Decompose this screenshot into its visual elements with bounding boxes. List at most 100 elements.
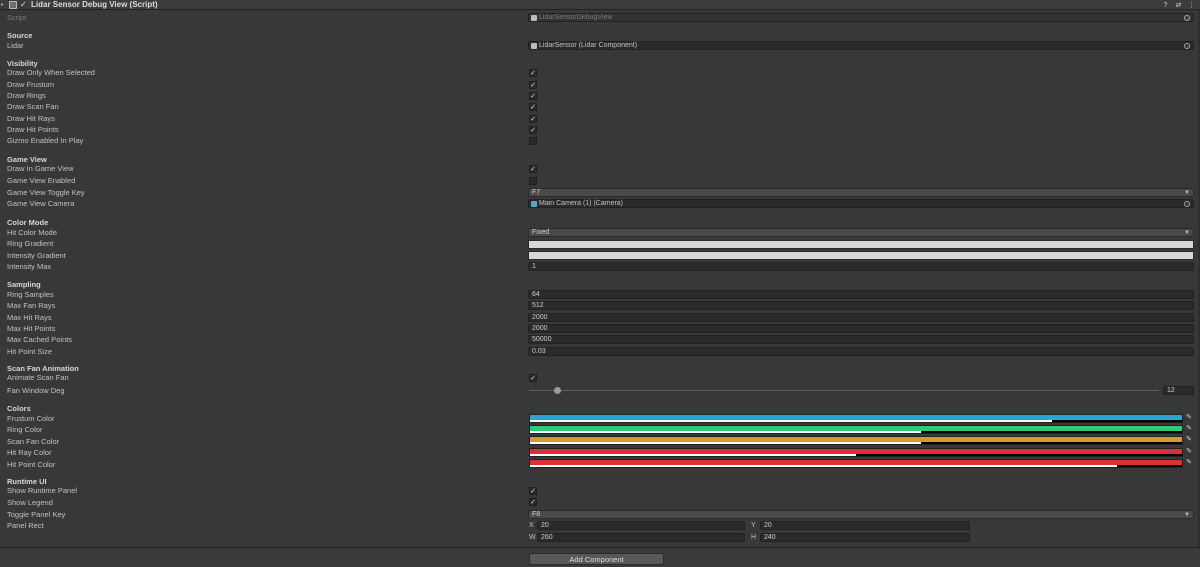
max-hit-points-field[interactable]: 2000 <box>528 324 1194 333</box>
ring-color-label: Ring Color <box>7 425 43 434</box>
camera-icon <box>531 201 537 207</box>
ring-samples-field[interactable]: 64 <box>528 290 1194 299</box>
object-picker-icon <box>1184 15 1190 21</box>
hit-color-mode-value: Fixed <box>532 229 550 236</box>
hit-point-size-field[interactable]: 0.03 <box>528 347 1194 356</box>
max-hit-points-label: Max Hit Points <box>7 324 56 333</box>
draw-hit-points-checkbox[interactable]: ✓ <box>529 126 537 134</box>
fan-window-deg-field[interactable]: 12 <box>1163 386 1194 395</box>
gizmo-enabled-in-play-checkbox[interactable] <box>529 137 537 145</box>
draw-only-when-selected-label: Draw Only When Selected <box>7 68 95 77</box>
scan-fan-color-label: Scan Fan Color <box>7 437 60 446</box>
section-sampling: Sampling <box>7 280 41 289</box>
section-visibility: Visibility <box>7 59 38 68</box>
game-view-toggle-key-value: F7 <box>532 189 541 196</box>
animate-scan-fan-label: Animate Scan Fan <box>7 373 69 382</box>
rect-y-label: Y <box>751 522 756 529</box>
frustum-color-field[interactable] <box>529 414 1183 423</box>
object-picker-icon[interactable] <box>1184 43 1190 49</box>
ring-gradient-label: Ring Gradient <box>7 239 54 248</box>
toggle-panel-key-value: F8 <box>532 511 541 518</box>
section-source: Source <box>7 31 33 40</box>
presets-icon[interactable]: ⇄ <box>1175 2 1182 9</box>
fan-window-slider-track[interactable] <box>529 390 1159 391</box>
eyedropper-icon[interactable]: ✎ <box>1185 414 1193 422</box>
rect-x-field[interactable]: 20 <box>537 521 745 530</box>
show-runtime-panel-checkbox[interactable]: ✓ <box>529 487 537 495</box>
hit-ray-color-label: Hit Ray Color <box>7 448 52 457</box>
eyedropper-icon[interactable]: ✎ <box>1185 448 1193 456</box>
hit-point-color-label: Hit Point Color <box>7 460 56 469</box>
component-header: ▸ ✓ Lidar Sensor Debug View (Script) ? ⇄… <box>0 0 1200 10</box>
lidar-field[interactable]: LidarSensor (Lidar Component) <box>528 41 1194 50</box>
rect-h-field[interactable]: 240 <box>760 533 970 542</box>
toggle-panel-key-label: Toggle Panel Key <box>7 510 66 519</box>
panel-rect-label: Panel Rect <box>7 521 44 530</box>
chevron-down-icon: ▼ <box>1184 512 1190 518</box>
script-icon <box>9 1 17 9</box>
max-hit-rays-label: Max Hit Rays <box>7 313 52 322</box>
gizmo-enabled-in-play-label: Gizmo Enabled In Play <box>7 136 84 145</box>
intensity-max-label: Intensity Max <box>7 262 52 271</box>
rect-x-label: X <box>529 522 534 529</box>
toggle-panel-key-dropdown[interactable]: F8 ▼ <box>528 510 1194 519</box>
animate-scan-fan-checkbox[interactable]: ✓ <box>529 374 537 382</box>
game-view-toggle-key-dropdown[interactable]: F7 ▼ <box>528 188 1194 197</box>
ring-gradient-field[interactable] <box>528 240 1194 249</box>
draw-in-game-view-checkbox[interactable]: ✓ <box>529 165 537 173</box>
draw-only-when-selected-checkbox[interactable]: ✓ <box>529 69 537 77</box>
alpha-indicator <box>530 420 1052 422</box>
draw-scan-fan-checkbox[interactable]: ✓ <box>529 103 537 111</box>
component-title: Lidar Sensor Debug View (Script) <box>31 0 158 9</box>
frustum-color-label: Frustum Color <box>7 414 55 423</box>
lidar-value: LidarSensor (Lidar Component) <box>539 42 638 49</box>
draw-frustum-checkbox[interactable]: ✓ <box>529 81 537 89</box>
alpha-indicator <box>530 442 922 444</box>
lidar-label: Lidar <box>7 41 24 50</box>
draw-hit-rays-checkbox[interactable]: ✓ <box>529 115 537 123</box>
ring-samples-label: Ring Samples <box>7 290 54 299</box>
rect-h-label: H <box>751 534 757 541</box>
max-cached-points-field[interactable]: 50000 <box>528 335 1194 344</box>
hit-ray-color-field[interactable] <box>529 448 1183 457</box>
show-legend-label: Show Legend <box>7 498 53 507</box>
rect-y-field[interactable]: 20 <box>760 521 970 530</box>
max-hit-rays-field[interactable]: 2000 <box>528 313 1194 322</box>
max-fan-rays-field[interactable]: 512 <box>528 301 1194 310</box>
rect-w-field[interactable]: 260 <box>537 533 745 542</box>
draw-frustum-label: Draw Frustum <box>7 80 55 89</box>
add-component-button[interactable]: Add Component <box>529 553 664 565</box>
chevron-down-icon: ▼ <box>1184 190 1190 196</box>
intensity-max-field[interactable]: 1 <box>528 262 1194 271</box>
intensity-gradient-field[interactable] <box>528 251 1194 260</box>
alpha-indicator <box>530 465 1117 467</box>
component-enabled-checkbox[interactable]: ✓ <box>20 1 28 9</box>
game-view-enabled-checkbox[interactable] <box>529 177 537 185</box>
draw-hit-points-label: Draw Hit Points <box>7 125 59 134</box>
script-label: Script <box>7 13 27 22</box>
game-view-camera-field[interactable]: Main Camera (1) (Camera) <box>528 199 1194 208</box>
component-icon <box>531 43 537 49</box>
menu-icon[interactable]: ⋮ <box>1188 2 1195 9</box>
show-legend-checkbox[interactable]: ✓ <box>529 498 537 506</box>
script-field: LidarSensorDebugView <box>528 13 1194 22</box>
section-runtime-ui: Runtime UI <box>7 477 47 486</box>
object-picker-icon[interactable] <box>1184 201 1190 207</box>
eyedropper-icon[interactable]: ✎ <box>1185 459 1193 467</box>
hit-color-mode-dropdown[interactable]: Fixed ▼ <box>528 228 1194 237</box>
scan-fan-color-field[interactable] <box>529 436 1183 445</box>
section-scan-fan-animation: Scan Fan Animation <box>7 364 79 373</box>
ring-color-field[interactable] <box>529 425 1183 434</box>
section-game-view: Game View <box>7 155 47 164</box>
alpha-indicator <box>530 454 856 456</box>
rect-w-label: W <box>529 534 536 541</box>
section-colors: Colors <box>7 404 31 413</box>
help-icon[interactable]: ? <box>1162 2 1169 9</box>
hit-point-color-field[interactable] <box>529 459 1183 468</box>
eyedropper-icon[interactable]: ✎ <box>1185 436 1193 444</box>
fan-window-deg-label: Fan Window Deg <box>7 386 65 395</box>
eyedropper-icon[interactable]: ✎ <box>1185 425 1193 433</box>
fold-icon[interactable]: ▸ <box>1 2 7 8</box>
show-runtime-panel-label: Show Runtime Panel <box>7 486 78 495</box>
draw-rings-checkbox[interactable]: ✓ <box>529 92 537 100</box>
